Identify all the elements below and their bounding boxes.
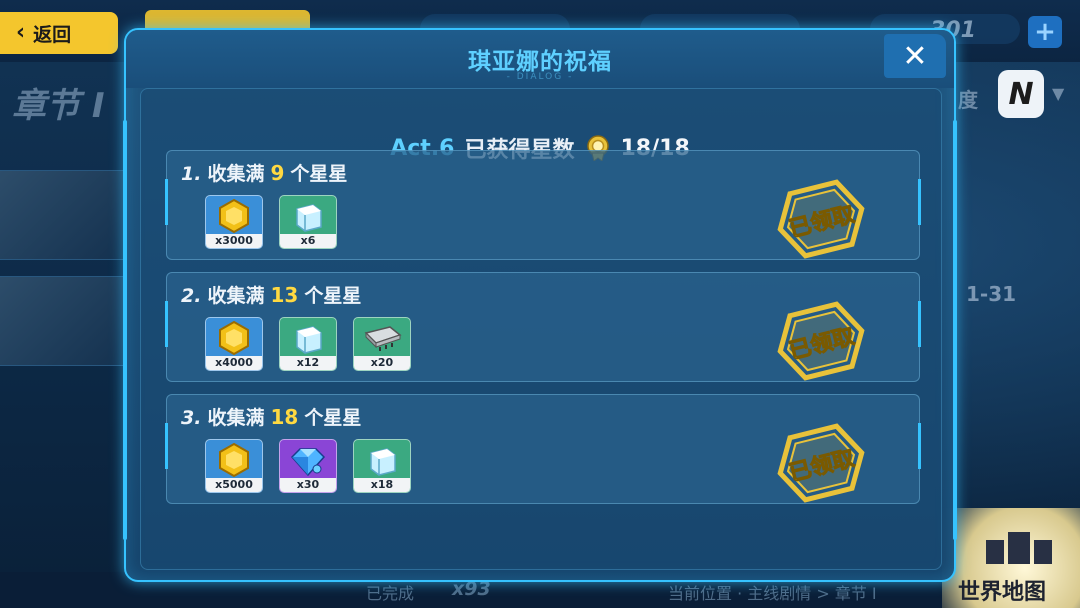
map-icon (986, 532, 1052, 564)
reward-quantity: x3000 (206, 234, 262, 248)
plus-icon: + (1034, 17, 1056, 47)
stage-thumbnail[interactable] (0, 170, 125, 260)
task-title: 2. 收集满 13 个星星 (181, 281, 361, 308)
claimed-stamp: 已领取 (777, 301, 865, 381)
reward-quantity: x20 (354, 356, 410, 370)
reward-item[interactable]: x3000 (205, 195, 263, 249)
task-prefix: 收集满 (207, 407, 265, 429)
reward-quantity: x4000 (206, 356, 262, 370)
back-button[interactable]: ‹ 返回 (0, 12, 118, 54)
reward-item[interactable]: x5000 (205, 439, 263, 493)
chevron-down-icon[interactable]: ▼ (1052, 84, 1064, 103)
dialog-subtitle: - DIALOG - (506, 72, 574, 82)
dialog-title: 琪亚娜的祝福 (468, 49, 612, 75)
add-resource-button[interactable]: + (1028, 16, 1062, 48)
footer-complete-label: 已完成 (366, 584, 415, 603)
reward-quantity: x12 (280, 356, 336, 370)
task-goal: 18 (270, 405, 299, 429)
crystal-icon (290, 448, 326, 477)
chapter-label: 章节 I (12, 86, 105, 126)
chip-icon (364, 326, 402, 351)
difficulty-selector[interactable]: N (998, 70, 1044, 118)
difficulty-label: 度 (958, 88, 978, 112)
reward-item[interactable]: x4000 (205, 317, 263, 371)
task-suffix: 个星星 (304, 285, 362, 307)
reward-list: x4000 x12 x20 (205, 317, 411, 371)
reward-item[interactable]: x12 (279, 317, 337, 371)
reward-list: x5000 x30 x18 (205, 439, 411, 493)
reward-item[interactable]: x20 (353, 317, 411, 371)
footer-location: 当前位置 · 主线剧情 > 章节 I (668, 584, 877, 603)
task-prefix: 收集满 (207, 285, 265, 307)
world-map-label: 世界地图 (958, 580, 1047, 605)
claimed-stamp: 已领取 (777, 423, 865, 503)
reward-list: x3000 x6 (205, 195, 337, 249)
reward-quantity: x30 (280, 478, 336, 492)
task-number: 2. (181, 285, 202, 307)
task-number: 3. (181, 407, 202, 429)
reward-quantity: x6 (280, 234, 336, 248)
task-goal: 13 (270, 283, 299, 307)
task-row: 3. 收集满 18 个星星 x5000 x30 x18 已领取 (165, 394, 921, 504)
task-title: 1. 收集满 9 个星星 (181, 159, 347, 186)
stage-code: 1-31 (966, 282, 1017, 306)
claimed-stamp: 已领取 (777, 179, 865, 259)
chevron-left-icon: ‹ (16, 20, 26, 45)
reward-item[interactable]: x18 (353, 439, 411, 493)
reward-dialog: 琪亚娜的祝福 - DIALOG - ✕ Act.6 已获得星数 18/18 1.… (123, 28, 957, 582)
frame-rail (953, 120, 957, 540)
task-title: 3. 收集满 18 个星星 (181, 403, 361, 430)
task-row: 2. 收集满 13 个星星 x4000 x12 x20 已领取 (165, 272, 921, 382)
reward-quantity: x5000 (206, 478, 262, 492)
task-goal: 9 (270, 161, 285, 185)
task-suffix: 个星星 (304, 407, 362, 429)
task-prefix: 收集满 (207, 163, 265, 185)
task-number: 1. (181, 163, 202, 185)
back-button-label: 返回 (33, 23, 72, 46)
gold-coin-icon (219, 198, 249, 234)
task-row: 1. 收集满 9 个星星 x3000 x6 已领取 (165, 150, 921, 260)
stage-thumbnail[interactable] (0, 276, 125, 366)
gold-coin-icon (219, 320, 249, 356)
close-icon: ✕ (902, 38, 928, 74)
frame-rail (123, 120, 127, 540)
ice-cube-icon (296, 204, 322, 232)
task-suffix: 个星星 (290, 163, 348, 185)
ice-cube-icon (370, 448, 396, 476)
ice-cube-icon (296, 326, 322, 354)
close-button[interactable]: ✕ (884, 34, 946, 78)
reward-item[interactable]: x6 (279, 195, 337, 249)
reward-item[interactable]: x30 (279, 439, 337, 493)
reward-quantity: x18 (354, 478, 410, 492)
gold-coin-icon (219, 442, 249, 478)
